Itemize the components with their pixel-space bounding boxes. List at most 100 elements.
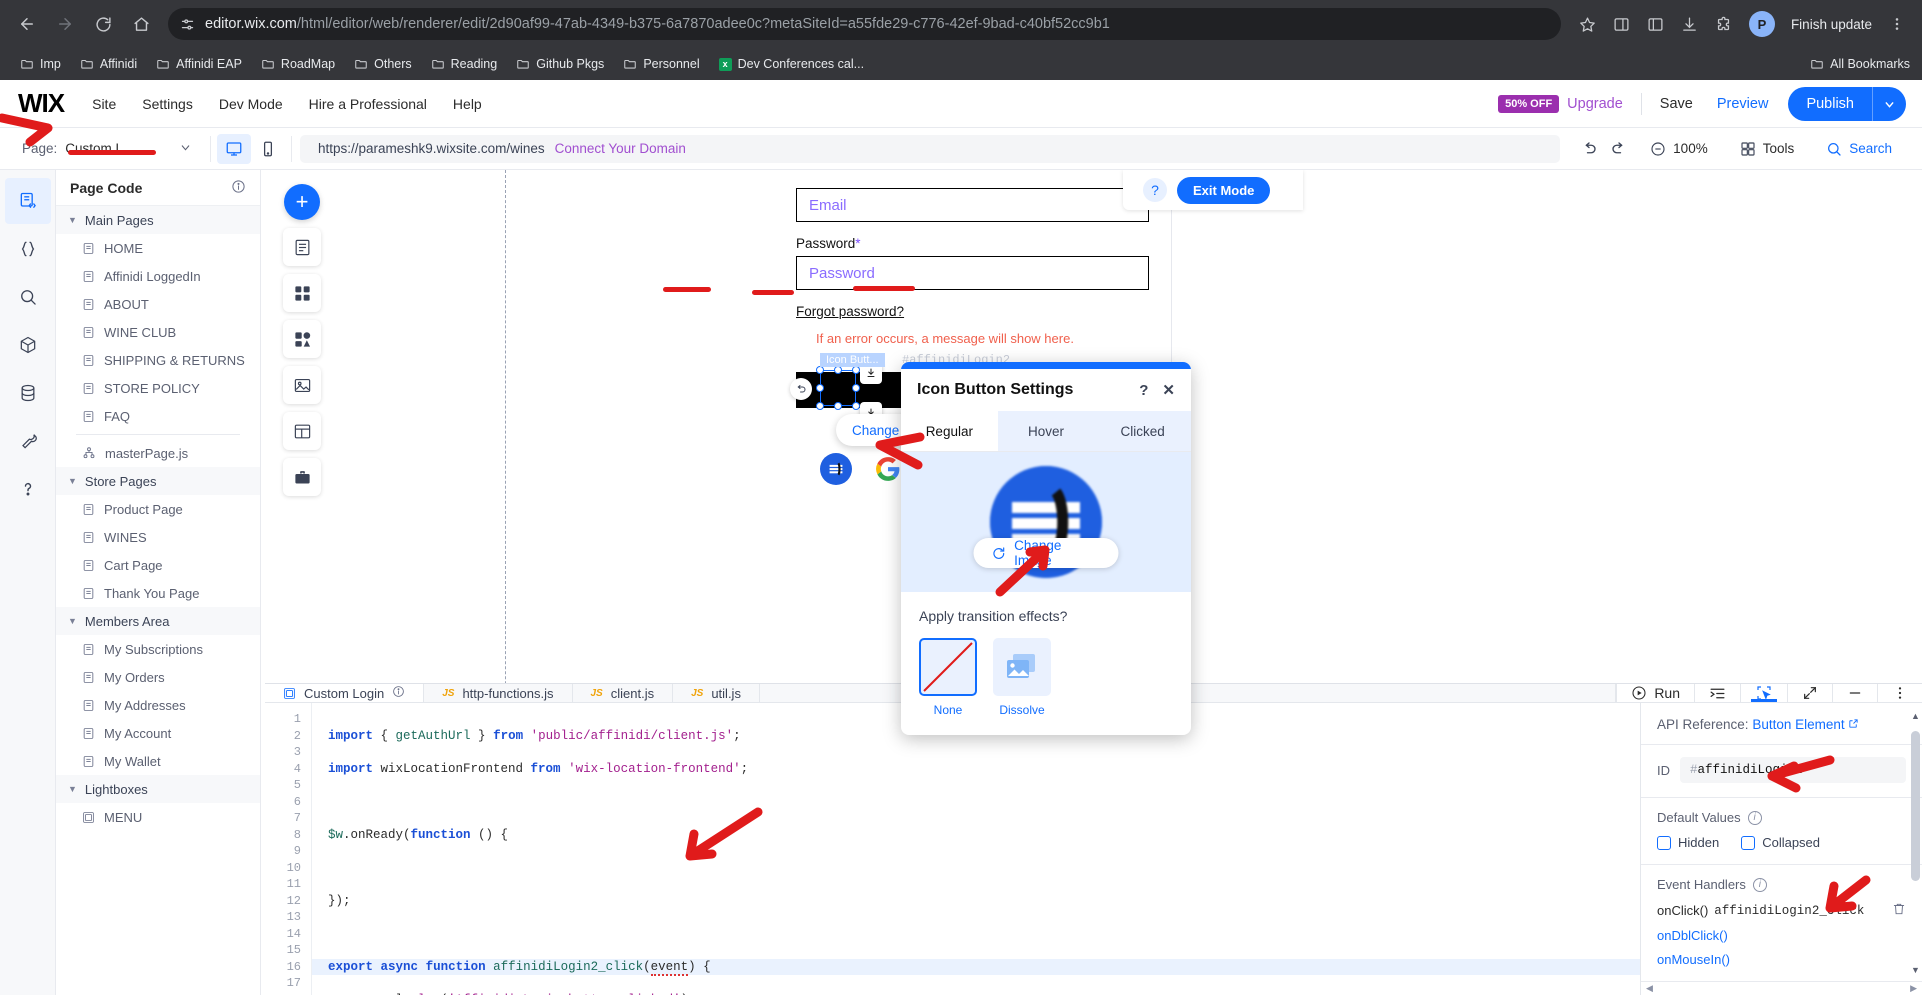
close-icon[interactable]: ✕ bbox=[1162, 381, 1175, 399]
checkbox-hidden[interactable]: Hidden bbox=[1657, 835, 1719, 850]
search-icon[interactable] bbox=[5, 274, 51, 320]
apps-market-icon[interactable] bbox=[283, 320, 321, 358]
tab-regular[interactable]: Regular bbox=[901, 411, 998, 451]
upgrade-link[interactable]: Upgrade bbox=[1567, 96, 1623, 112]
tree-item-faq[interactable]: FAQ bbox=[56, 402, 260, 430]
back-button[interactable] bbox=[10, 7, 44, 41]
selected-element-affinidi-login[interactable]: Icon Butt... #affinidiLogin2 bbox=[816, 353, 1010, 410]
forgot-password-link[interactable]: Forgot password? bbox=[796, 304, 1149, 319]
event-onmousein[interactable]: onMouseIn() bbox=[1657, 952, 1906, 967]
tree-item-menu[interactable]: MENU bbox=[56, 803, 260, 831]
google-login-icon[interactable] bbox=[872, 453, 904, 485]
tree-item-thank-you-page[interactable]: Thank You Page bbox=[56, 579, 260, 607]
scroll-down-arrow[interactable]: ▼ bbox=[1911, 965, 1920, 975]
help-icon[interactable] bbox=[5, 466, 51, 512]
tab-clicked[interactable]: Clicked bbox=[1094, 411, 1191, 451]
tree-item-my-wallet[interactable]: My Wallet bbox=[56, 747, 260, 775]
bookmark-item[interactable]: Others bbox=[346, 54, 420, 74]
tree-group-lightboxes[interactable]: ▼ Lightboxes bbox=[56, 775, 260, 803]
save-button[interactable]: Save bbox=[1660, 96, 1693, 112]
api-panel-scrollbar[interactable]: ▲ ▼ bbox=[1911, 711, 1920, 975]
redo-icon[interactable] bbox=[1604, 134, 1634, 164]
info-icon[interactable] bbox=[392, 685, 405, 701]
expand-icon[interactable] bbox=[1787, 684, 1832, 702]
bookmark-star-icon[interactable] bbox=[1573, 9, 1603, 39]
event-ondblclick[interactable]: onDblClick() bbox=[1657, 928, 1906, 943]
add-element-button[interactable]: + bbox=[284, 184, 320, 220]
resize-handle-sw[interactable] bbox=[816, 402, 824, 410]
desktop-view-button[interactable] bbox=[217, 133, 251, 164]
reload-button[interactable] bbox=[86, 7, 120, 41]
page-selector[interactable]: Page: Custom L... bbox=[0, 141, 210, 157]
grid-apps-icon[interactable] bbox=[283, 274, 321, 312]
site-settings-icon[interactable] bbox=[180, 17, 195, 32]
tree-item-home[interactable]: HOME bbox=[56, 234, 260, 262]
forward-button[interactable] bbox=[48, 7, 82, 41]
code-tab-custom-login[interactable]: Custom Login bbox=[265, 684, 425, 702]
resize-handle-ne[interactable] bbox=[852, 366, 860, 374]
exit-mode-button[interactable]: Exit Mode bbox=[1177, 176, 1271, 204]
resize-handle-w[interactable] bbox=[816, 384, 824, 392]
page-code-icon[interactable] bbox=[4, 178, 51, 224]
code-text-area[interactable]: import { getAuthUrl } from 'public/affin… bbox=[311, 703, 1640, 995]
bookmark-item[interactable]: Personnel bbox=[615, 54, 707, 74]
bookmark-item[interactable]: Imp bbox=[12, 54, 69, 74]
tree-item-my-subscriptions[interactable]: My Subscriptions bbox=[56, 635, 260, 663]
finish-update-button[interactable]: Finish update bbox=[1785, 17, 1878, 32]
menu-hire-a-professional[interactable]: Hire a Professional bbox=[309, 96, 427, 112]
delete-icon[interactable] bbox=[1892, 902, 1906, 919]
tree-item-product-page[interactable]: Product Page bbox=[56, 495, 260, 523]
minimize-icon[interactable] bbox=[1832, 684, 1877, 702]
resize-handle-s[interactable] bbox=[834, 402, 842, 410]
affinidi-login-icon[interactable] bbox=[820, 453, 852, 485]
split-view-icon[interactable] bbox=[1641, 9, 1671, 39]
password-field[interactable]: Password bbox=[796, 256, 1149, 290]
external-link-icon[interactable] bbox=[1848, 717, 1859, 732]
event-onclick[interactable]: onClick() affinidiLogin2_click bbox=[1657, 902, 1906, 919]
bookmark-item[interactable]: Reading bbox=[423, 54, 506, 74]
format-code-icon[interactable] bbox=[1694, 684, 1740, 702]
effect-none-box[interactable] bbox=[919, 638, 977, 696]
email-field[interactable]: Email bbox=[796, 188, 1149, 222]
connect-domain-link[interactable]: Connect Your Domain bbox=[555, 141, 686, 156]
tree-item-affinidi-loggedin[interactable]: Affinidi LoggedIn bbox=[56, 262, 260, 290]
site-url-bar[interactable]: https://parameshk9.wixsite.com/wines Con… bbox=[300, 134, 1561, 163]
menu-dev-mode[interactable]: Dev Mode bbox=[219, 96, 283, 112]
page-section-icon[interactable] bbox=[283, 228, 321, 266]
chrome-menu-icon[interactable] bbox=[1882, 9, 1912, 39]
chevron-down-icon[interactable] bbox=[1872, 87, 1906, 121]
tree-item-shipping-returns[interactable]: SHIPPING & RETURNS bbox=[56, 346, 260, 374]
resize-handle-nw[interactable] bbox=[816, 366, 824, 374]
media-image-icon[interactable] bbox=[283, 366, 321, 404]
select-element-icon[interactable] bbox=[1740, 684, 1787, 702]
menu-site[interactable]: Site bbox=[92, 96, 116, 112]
code-tab-http-functions[interactable]: JS http-functions.js bbox=[424, 684, 573, 702]
bookmark-item[interactable]: Affinidi bbox=[72, 54, 145, 74]
profile-avatar[interactable]: P bbox=[1748, 11, 1775, 37]
checkbox-collapsed[interactable]: Collapsed bbox=[1741, 835, 1820, 850]
help-icon[interactable]: ? bbox=[1143, 178, 1167, 202]
tree-item-masterpage[interactable]: masterPage.js bbox=[56, 439, 260, 467]
menu-help[interactable]: Help bbox=[453, 96, 482, 112]
bookmark-item[interactable]: x Dev Conferences cal... bbox=[711, 54, 872, 74]
tree-item-my-orders[interactable]: My Orders bbox=[56, 663, 260, 691]
database-icon[interactable] bbox=[5, 370, 51, 416]
tree-item-my-account[interactable]: My Account bbox=[56, 719, 260, 747]
publish-button[interactable]: Publish bbox=[1788, 87, 1906, 121]
bookmark-item[interactable]: RoadMap bbox=[253, 54, 343, 74]
undo-icon[interactable] bbox=[1574, 134, 1604, 164]
code-editor[interactable]: 1234567 8 9 10 11 12 13 14 15 16 17 import { get… bbox=[265, 703, 1640, 995]
bookmark-item[interactable]: Affinidi EAP bbox=[148, 54, 250, 74]
element-id-input[interactable]: # affinidiLogin2 bbox=[1680, 757, 1906, 783]
tab-hover[interactable]: Hover bbox=[997, 411, 1095, 451]
effect-none[interactable]: None bbox=[919, 638, 977, 717]
extensions-icon[interactable] bbox=[1709, 9, 1739, 39]
tools-button[interactable]: Tools bbox=[1724, 128, 1811, 170]
more-options-icon[interactable] bbox=[1877, 684, 1922, 702]
tree-item-store-policy[interactable]: STORE POLICY bbox=[56, 374, 260, 402]
scrollbar-thumb[interactable] bbox=[1911, 731, 1920, 881]
resize-handle-n[interactable] bbox=[834, 366, 842, 374]
tree-item-my-addresses[interactable]: My Addresses bbox=[56, 691, 260, 719]
scroll-up-arrow[interactable]: ▲ bbox=[1911, 711, 1920, 721]
tree-item-wines[interactable]: WINES bbox=[56, 523, 260, 551]
